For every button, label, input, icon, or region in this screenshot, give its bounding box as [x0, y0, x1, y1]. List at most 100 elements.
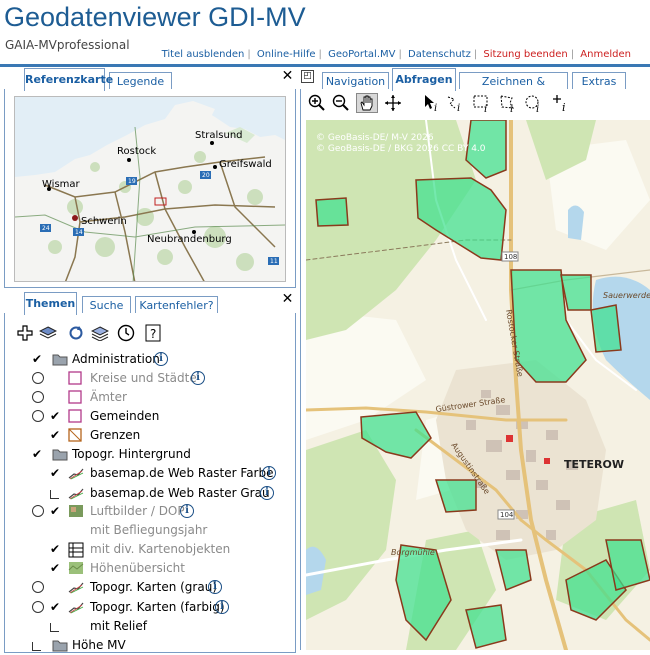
layer-label[interactable]: Topogr. Hintergrund: [72, 447, 191, 461]
layer-row: ✔ mit div. Kartenobjekten: [0, 540, 292, 558]
layer-label[interactable]: Topogr. Karten (farbig): [90, 600, 225, 614]
map-label-sauerwerder: Sauerwerder: [603, 291, 650, 300]
svg-text:i: i: [536, 104, 539, 112]
layer-label[interactable]: basemap.de Web Raster Grau: [90, 486, 270, 500]
layer-photo-icon: [68, 504, 83, 518]
link-hide-title[interactable]: Titel ausblenden: [162, 49, 245, 60]
tab-suche[interactable]: Suche: [82, 296, 131, 314]
layer-row: mit Relief: [0, 617, 292, 635]
layer-grid-icon: [68, 542, 84, 558]
layer-line-icon: [68, 466, 84, 480]
refresh-icon[interactable]: [68, 325, 84, 341]
route-19: 19: [128, 178, 136, 185]
reference-map[interactable]: Stralsund Rostock Greifswald Wismar Schw…: [14, 96, 286, 282]
layer-row: ✔ Höhenübersicht: [0, 559, 292, 577]
layer-checkbox-checked[interactable]: ✔: [32, 353, 44, 365]
link-geoportal[interactable]: GeoPortal.MV: [328, 49, 395, 60]
layer-radio[interactable]: [32, 391, 44, 403]
map-view[interactable]: © GeoBasis-DE/ M-V 2026 © GeoBasis-DE / …: [306, 120, 650, 650]
layer-label[interactable]: basemap.de Web Raster Farbe: [90, 466, 273, 480]
layer-label[interactable]: Grenzen: [90, 428, 140, 442]
help-icon[interactable]: ?: [145, 324, 161, 342]
info-rectangle-icon[interactable]: i: [472, 94, 490, 112]
pan-hand-icon[interactable]: [356, 93, 378, 113]
layer-label[interactable]: mit Befliegungsjahr: [90, 523, 207, 537]
link-online-help[interactable]: Online-Hilfe: [257, 49, 316, 60]
layer-label[interactable]: Ämter: [90, 390, 127, 404]
tab-legende[interactable]: Legende: [109, 72, 172, 90]
layer-checkbox-checked[interactable]: ✔: [50, 543, 62, 555]
layer-grenzen-icon: [68, 428, 82, 442]
city-label-stralsund: Stralsund: [195, 130, 243, 141]
tab-zeichnen-messen[interactable]: Zeichnen & Messen: [459, 72, 568, 105]
layer-checkbox-checked[interactable]: ✔: [50, 601, 62, 613]
layer-label[interactable]: mit Relief: [90, 619, 147, 633]
layer-radio[interactable]: [32, 372, 44, 384]
layer-row: Kreise und Städte i: [0, 369, 292, 387]
clock-icon[interactable]: [117, 324, 135, 342]
layer-line-icon: [68, 486, 84, 500]
layer-label[interactable]: Höhenübersicht: [90, 561, 185, 575]
layer-checkbox-checked[interactable]: ✔: [50, 429, 62, 441]
info-icon[interactable]: i: [262, 466, 276, 480]
tab-abfragen[interactable]: Abfragen: [392, 68, 456, 91]
link-login[interactable]: Anmelden: [580, 49, 631, 60]
layer-row: basemap.de Web Raster Grau i: [0, 484, 292, 502]
layers-stack-icon[interactable]: [91, 325, 109, 341]
layer-checkbox-checked[interactable]: ✔: [50, 410, 62, 422]
link-privacy[interactable]: Datenschutz: [408, 49, 471, 60]
layer-checkbox[interactable]: [50, 490, 59, 499]
full-extent-icon[interactable]: [384, 94, 402, 112]
layer-label[interactable]: Gemeinden: [90, 409, 159, 423]
app-header: Geodatenviewer GDI-MV GAIA-MVprofessiona…: [0, 0, 650, 64]
layer-checkbox-checked[interactable]: ✔: [50, 467, 62, 479]
layer-radio[interactable]: [32, 410, 44, 422]
route-24: 24: [42, 225, 50, 232]
map-label-borgmuehle: Borgmühle: [391, 548, 435, 557]
layer-row: ✔ Topogr. Karten (farbig) i: [0, 598, 292, 616]
layer-radio[interactable]: [32, 505, 44, 517]
layer-checkbox-checked[interactable]: ✔: [50, 505, 62, 517]
zoom-out-icon[interactable]: [332, 94, 350, 112]
info-icon[interactable]: i: [208, 580, 222, 594]
info-icon[interactable]: i: [191, 371, 205, 385]
info-pointer-icon[interactable]: i: [423, 94, 441, 112]
window-toggle-icon[interactable]: ◰: [301, 70, 314, 83]
info-polygon-icon[interactable]: i: [498, 94, 516, 112]
info-icon[interactable]: i: [215, 600, 229, 614]
page-subtitle: GAIA-MVprofessional: [5, 38, 130, 52]
layer-checkbox-checked[interactable]: ✔: [50, 562, 62, 574]
svg-text:i: i: [434, 103, 437, 112]
layers-icon[interactable]: [39, 325, 57, 341]
info-icon[interactable]: i: [260, 486, 274, 500]
layer-label[interactable]: Kreise und Städte: [90, 371, 197, 385]
info-point-icon[interactable]: i: [552, 94, 570, 112]
layer-radio[interactable]: [32, 601, 44, 613]
tab-themen[interactable]: Themen: [24, 292, 77, 315]
info-line-icon[interactable]: i: [446, 94, 464, 112]
layer-row: ✔ Administration i: [0, 350, 292, 368]
close-icon[interactable]: ✕: [281, 69, 294, 83]
tab-referenzkarte[interactable]: Referenzkarte: [24, 68, 113, 91]
layer-radio[interactable]: [32, 581, 44, 593]
tab-kartenfehler[interactable]: Kartenfehler?: [135, 296, 218, 314]
layer-label[interactable]: Luftbilder / DOP: [90, 504, 185, 518]
city-label-greifswald: Greifswald: [219, 159, 272, 170]
info-icon[interactable]: i: [154, 352, 168, 366]
layer-label[interactable]: Administration: [72, 352, 160, 366]
info-circle-icon[interactable]: i: [524, 94, 542, 112]
add-theme-icon[interactable]: [17, 325, 33, 341]
link-end-session[interactable]: Sitzung beenden: [483, 49, 567, 60]
info-icon[interactable]: i: [180, 504, 194, 518]
map-label-teterow: TETEROW: [564, 458, 624, 471]
layer-label[interactable]: Topogr. Karten (grau): [90, 580, 217, 594]
zoom-in-icon[interactable]: [308, 94, 326, 112]
layer-checkbox-checked[interactable]: ✔: [32, 448, 44, 460]
layer-row: Topogr. Karten (grau) i: [0, 578, 292, 596]
layer-label[interactable]: mit div. Kartenobjekten: [90, 542, 230, 556]
layer-checkbox[interactable]: [50, 623, 59, 632]
close-icon[interactable]: ✕: [281, 292, 294, 306]
svg-text:i: i: [562, 101, 566, 112]
tab-navigation[interactable]: Navigation: [322, 72, 389, 90]
tab-extras[interactable]: Extras: [572, 72, 626, 90]
